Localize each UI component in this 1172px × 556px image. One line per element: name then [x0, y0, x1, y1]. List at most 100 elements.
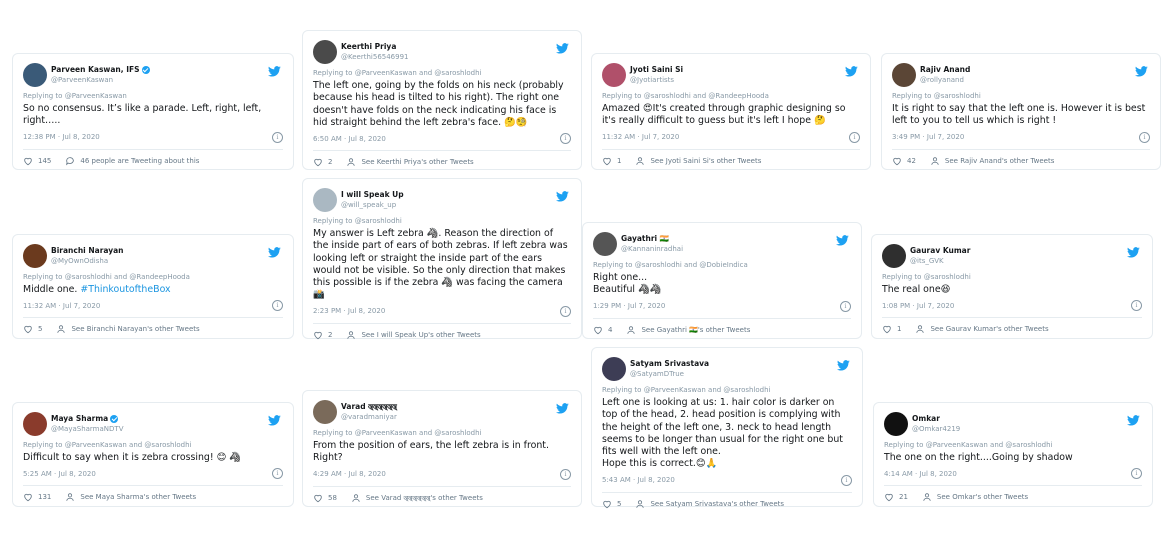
info-icon[interactable]: i	[1131, 468, 1142, 480]
author-name[interactable]: Maya Sharma	[51, 414, 108, 424]
author-handle[interactable]: @MayaSharmaNDTV	[51, 424, 124, 434]
avatar[interactable]	[602, 357, 626, 381]
author-name[interactable]: Biranchi Narayan	[51, 246, 124, 256]
info-icon[interactable]: i	[272, 131, 283, 143]
info-icon[interactable]: i	[1139, 131, 1150, 143]
info-icon[interactable]: i	[272, 468, 283, 480]
author-name[interactable]: Jyoti Saini Si	[630, 65, 683, 75]
twitter-bird-icon[interactable]	[845, 62, 858, 77]
twitter-bird-icon[interactable]	[268, 62, 281, 77]
other-tweets-link[interactable]: See Keerthi Priya's other Tweets	[346, 157, 474, 167]
tweet-timestamp[interactable]: 12:38 PM · Jul 8, 2020	[23, 133, 100, 141]
other-tweets-link[interactable]: See Gayathri 🇮🇳's other Tweets	[626, 325, 750, 335]
like-button[interactable]: 145	[23, 156, 51, 166]
other-tweets-link[interactable]: See Satyam Srivastava's other Tweets	[635, 499, 784, 509]
twitter-bird-icon[interactable]	[268, 411, 281, 426]
other-tweets-link[interactable]: See I will Speak Up's other Tweets	[346, 330, 481, 340]
tweet-text: Middle one. #ThinkoutoftheBox	[23, 284, 283, 296]
like-button[interactable]: 5	[23, 324, 42, 334]
twitter-bird-icon[interactable]	[836, 231, 849, 246]
author-handle[interactable]: @Omkar4219	[912, 424, 960, 434]
author-name[interactable]: Satyam Srivastava	[630, 359, 709, 369]
author-handle[interactable]: @ParveenKaswan	[51, 75, 150, 85]
other-tweets-link[interactable]: See Rajiv Anand's other Tweets	[930, 156, 1054, 166]
twitter-bird-icon[interactable]	[837, 356, 850, 371]
author-name[interactable]: Keerthi Priya	[341, 42, 396, 52]
tweet-timestamp[interactable]: 6:50 AM · Jul 8, 2020	[313, 135, 386, 143]
tweet-timestamp[interactable]: 4:14 AM · Jul 8, 2020	[884, 470, 957, 478]
tweet-timestamp[interactable]: 11:32 AM · Jul 7, 2020	[602, 133, 679, 141]
author-handle[interactable]: @its_GVK	[910, 256, 970, 266]
info-icon[interactable]: i	[272, 300, 283, 312]
author-name[interactable]: Omkar	[912, 414, 940, 424]
other-tweets-link[interactable]: See Varad 𑐀𑐀𑐀𑐀𑐀𑐀's other Tweets	[351, 493, 483, 503]
tweet-card: Jyoti Saini Si @Jyotiartists Replying to @…	[591, 53, 871, 170]
author-name[interactable]: Rajiv Anand	[920, 65, 970, 75]
other-tweets-link[interactable]: See Gaurav Kumar's other Tweets	[915, 324, 1049, 334]
avatar[interactable]	[882, 244, 906, 268]
twitter-bird-icon[interactable]	[1135, 62, 1148, 77]
like-button[interactable]: 1	[602, 156, 621, 166]
hashtag-link[interactable]: #ThinkoutoftheBox	[80, 284, 170, 295]
info-icon[interactable]: i	[849, 131, 860, 143]
author-name[interactable]: Gayathri 🇮🇳	[621, 234, 669, 244]
avatar[interactable]	[602, 63, 626, 87]
author-handle[interactable]: @Keerthi56546991	[341, 52, 409, 62]
other-tweets-link[interactable]: See Jyoti Saini Si's other Tweets	[635, 156, 761, 166]
like-button[interactable]: 2	[313, 157, 332, 167]
author-handle[interactable]: @will_speak_up	[341, 200, 404, 210]
avatar[interactable]	[313, 40, 337, 64]
author-handle[interactable]: @Kannaninradhai	[621, 244, 683, 254]
author-name[interactable]: Gaurav Kumar	[910, 246, 970, 256]
author-name[interactable]: Parveen Kaswan, IFS	[51, 65, 140, 75]
tweet-timestamp[interactable]: 1:29 PM · Jul 7, 2020	[593, 302, 665, 310]
author-handle[interactable]: @rollyanand	[920, 75, 970, 85]
info-icon[interactable]: i	[560, 133, 571, 145]
twitter-bird-icon[interactable]	[1127, 243, 1140, 258]
author-name[interactable]: Varad 𑐀𑐀𑐀𑐀𑐀𑐀	[341, 402, 397, 412]
author-handle[interactable]: @MyOwnOdisha	[51, 256, 124, 266]
tweet-timestamp[interactable]: 3:49 PM · Jul 7, 2020	[892, 133, 964, 141]
author-handle[interactable]: @Jyotiartists	[630, 75, 683, 85]
avatar[interactable]	[313, 188, 337, 212]
like-button[interactable]: 4	[593, 325, 612, 335]
tweet-timestamp[interactable]: 11:32 AM · Jul 7, 2020	[23, 302, 100, 310]
author-name[interactable]: I will Speak Up	[341, 190, 404, 200]
avatar[interactable]	[593, 232, 617, 256]
tweet-timestamp[interactable]: 5:25 AM · Jul 8, 2020	[23, 470, 96, 478]
twitter-bird-icon[interactable]	[556, 399, 569, 414]
tweet-timestamp[interactable]: 2:23 PM · Jul 8, 2020	[313, 307, 385, 315]
like-button[interactable]: 42	[892, 156, 916, 166]
avatar[interactable]	[23, 63, 47, 87]
avatar[interactable]	[884, 412, 908, 436]
tweet-text: Amazed 😍It's created through graphic des…	[602, 103, 860, 128]
info-icon[interactable]: i	[560, 468, 571, 480]
like-button[interactable]: 1	[882, 324, 901, 334]
like-button[interactable]: 131	[23, 492, 51, 502]
tweet-timestamp[interactable]: 4:29 AM · Jul 8, 2020	[313, 470, 386, 478]
other-tweets-link[interactable]: See Biranchi Narayan's other Tweets	[56, 324, 200, 334]
like-button[interactable]: 21	[884, 492, 908, 502]
twitter-bird-icon[interactable]	[556, 39, 569, 54]
avatar[interactable]	[23, 244, 47, 268]
avatar[interactable]	[892, 63, 916, 87]
other-tweets-link[interactable]: 46 people are Tweeting about this	[65, 156, 199, 166]
like-button[interactable]: 2	[313, 330, 332, 340]
other-tweets-link[interactable]: See Omkar's other Tweets	[922, 492, 1028, 502]
info-icon[interactable]: i	[560, 305, 571, 317]
like-button[interactable]: 58	[313, 493, 337, 503]
twitter-bird-icon[interactable]	[1127, 411, 1140, 426]
avatar[interactable]	[313, 400, 337, 424]
info-icon[interactable]: i	[1131, 300, 1142, 312]
twitter-bird-icon[interactable]	[268, 243, 281, 258]
author-handle[interactable]: @SatyamDTrue	[630, 369, 709, 379]
avatar[interactable]	[23, 412, 47, 436]
twitter-bird-icon[interactable]	[556, 187, 569, 202]
like-button[interactable]: 5	[602, 499, 621, 509]
author-handle[interactable]: @varadmaniyar	[341, 412, 397, 422]
tweet-timestamp[interactable]: 1:08 PM · Jul 7, 2020	[882, 302, 954, 310]
tweet-timestamp[interactable]: 5:43 AM · Jul 8, 2020	[602, 476, 675, 484]
info-icon[interactable]: i	[841, 474, 852, 486]
info-icon[interactable]: i	[840, 300, 851, 312]
other-tweets-link[interactable]: See Maya Sharma's other Tweets	[65, 492, 196, 502]
